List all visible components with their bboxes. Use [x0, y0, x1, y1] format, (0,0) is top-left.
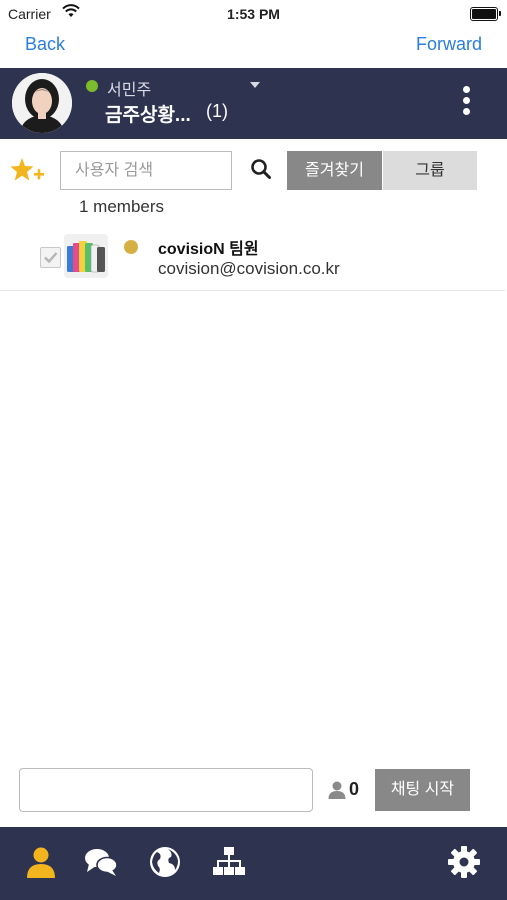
tab-favorites[interactable]: 즐겨찾기 [287, 151, 382, 190]
chat-room-header: 서민주 금주상황... (1) [0, 68, 507, 139]
clock: 1:53 PM [227, 6, 280, 22]
member-name: covisioN 팀원 [158, 241, 259, 258]
user-name: 서민주 [107, 82, 152, 99]
org-chart-icon[interactable] [212, 845, 246, 879]
member-checkbox[interactable] [40, 247, 61, 268]
more-menu-icon[interactable] [458, 86, 474, 122]
start-chat-button[interactable]: 채팅 시작 [375, 769, 470, 811]
gear-icon[interactable] [447, 845, 481, 879]
presence-dot [124, 240, 138, 254]
online-status-dot [86, 80, 98, 92]
room-member-count: (1) [206, 101, 228, 121]
back-button[interactable]: Back [25, 34, 65, 55]
search-icon[interactable] [250, 158, 272, 180]
forward-button[interactable]: Forward [416, 34, 482, 55]
status-bar: Carrier 1:53 PM [0, 0, 507, 28]
selected-count: 0 [349, 779, 360, 799]
member-email: covision@covision.co.kr [158, 259, 340, 278]
list-item[interactable]: covisioN 팀원 covision@covision.co.kr [0, 222, 505, 291]
person-icon [328, 781, 346, 799]
avatar[interactable] [12, 73, 72, 133]
check-icon [44, 252, 58, 264]
battery-icon [470, 7, 501, 21]
member-count-label: 1 members [79, 197, 165, 216]
tab-group[interactable]: 그룹 [383, 151, 477, 190]
chat-bubbles-icon[interactable] [84, 845, 118, 879]
globe-icon[interactable] [148, 845, 182, 879]
member-avatar [64, 234, 108, 278]
room-title: 금주상황... [105, 105, 191, 126]
chevron-down-icon[interactable] [250, 82, 260, 88]
user-search-input[interactable] [60, 151, 232, 190]
selected-members-field[interactable] [19, 768, 313, 812]
add-favorite-icon[interactable] [10, 156, 46, 186]
bottom-tab-bar [0, 827, 507, 900]
person-icon[interactable] [24, 845, 58, 879]
